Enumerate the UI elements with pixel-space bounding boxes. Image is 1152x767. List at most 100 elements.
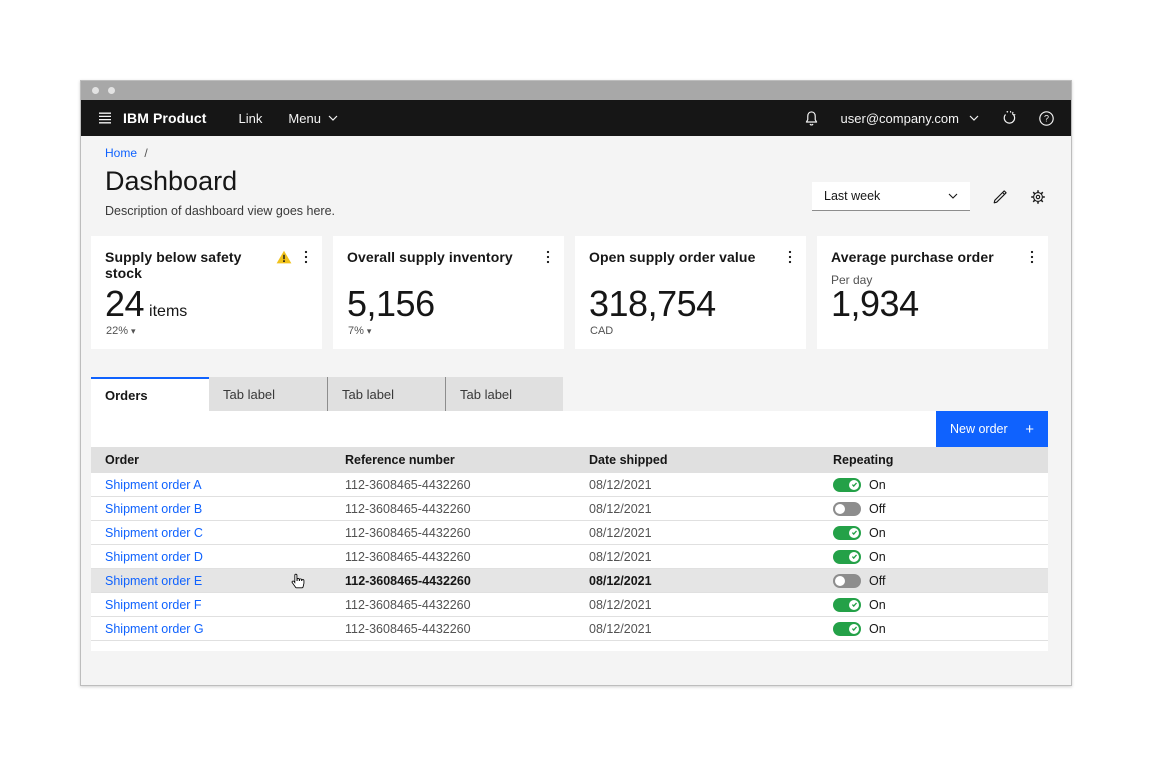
card-title: Supply below safety stock bbox=[105, 249, 276, 281]
card-title: Open supply order value bbox=[589, 249, 755, 265]
reference-cell: 112-3608465-4432260 bbox=[331, 526, 575, 540]
kebab-menu-icon[interactable] bbox=[304, 249, 308, 270]
card-average-purchase-order: Average purchase order Per day 1,934 bbox=[817, 236, 1048, 349]
card-trend[interactable]: 22%▾ bbox=[106, 325, 136, 337]
table-row[interactable]: Shipment order A 112-3608465-4432260 08/… bbox=[91, 473, 1048, 497]
page-content: Home / Dashboard Description of dashboar… bbox=[81, 136, 1071, 685]
order-link[interactable]: Shipment order F bbox=[105, 598, 202, 612]
column-header-date-shipped[interactable]: Date shipped bbox=[575, 453, 819, 467]
hamburger-menu-icon[interactable] bbox=[97, 110, 113, 126]
toggle-label: Off bbox=[869, 574, 885, 588]
card-title: Average purchase order bbox=[831, 249, 994, 265]
repeating-toggle[interactable] bbox=[833, 598, 861, 612]
repeating-toggle[interactable] bbox=[833, 526, 861, 540]
kebab-menu-icon[interactable] bbox=[546, 249, 550, 270]
toggle-knob bbox=[849, 600, 859, 610]
toggle-label: On bbox=[869, 598, 886, 612]
card-open-supply-order-value: Open supply order value 318,754 CAD bbox=[575, 236, 806, 349]
whats-new-icon[interactable] bbox=[1000, 110, 1017, 127]
product-title: IBM Product bbox=[123, 110, 207, 126]
order-link[interactable]: Shipment order B bbox=[105, 502, 202, 516]
new-order-button[interactable]: New order + bbox=[936, 411, 1048, 447]
table-row[interactable]: Shipment order C 112-3608465-4432260 08/… bbox=[91, 521, 1048, 545]
tab-label-3[interactable]: Tab label bbox=[445, 377, 563, 411]
toggle-label: On bbox=[869, 478, 886, 492]
tab-label-1[interactable]: Tab label bbox=[209, 377, 327, 411]
period-dropdown-value: Last week bbox=[824, 189, 880, 203]
kebab-menu-icon[interactable] bbox=[788, 249, 792, 270]
card-value: 5,156 bbox=[347, 283, 435, 325]
period-dropdown[interactable]: Last week bbox=[812, 182, 970, 211]
toggle-knob bbox=[849, 528, 859, 538]
card-trend[interactable]: 7%▾ bbox=[348, 325, 371, 337]
card-supply-below-safety-stock: Supply below safety stock bbox=[91, 236, 322, 349]
svg-text:?: ? bbox=[1044, 113, 1049, 123]
card-unit: CAD bbox=[590, 325, 613, 337]
chevron-down-icon bbox=[948, 193, 958, 199]
order-link[interactable]: Shipment order E bbox=[105, 574, 202, 588]
notifications-bell-icon[interactable] bbox=[803, 110, 820, 127]
date-cell: 08/12/2021 bbox=[575, 598, 819, 612]
repeating-toggle[interactable] bbox=[833, 550, 861, 564]
plus-icon: + bbox=[1025, 421, 1034, 438]
user-account-menu[interactable]: user@company.com bbox=[841, 111, 979, 126]
table-row[interactable]: Shipment order G 112-3608465-4432260 08/… bbox=[91, 617, 1048, 641]
kebab-menu-icon[interactable] bbox=[1030, 249, 1034, 270]
orders-table: New order + Order Reference number Date … bbox=[91, 411, 1048, 651]
window-dot bbox=[108, 87, 115, 94]
order-link[interactable]: Shipment order A bbox=[105, 478, 202, 492]
date-cell: 08/12/2021 bbox=[575, 574, 819, 588]
reference-cell: 112-3608465-4432260 bbox=[331, 574, 575, 588]
table-row[interactable]: Shipment order D 112-3608465-4432260 08/… bbox=[91, 545, 1048, 569]
card-value: 1,934 bbox=[831, 283, 919, 325]
breadcrumb-home-link[interactable]: Home bbox=[105, 146, 137, 160]
settings-gear-icon[interactable] bbox=[1030, 189, 1046, 205]
tab-orders[interactable]: Orders bbox=[91, 377, 209, 411]
toggle-label: Off bbox=[869, 502, 885, 516]
tab-label-2[interactable]: Tab label bbox=[327, 377, 445, 411]
date-cell: 08/12/2021 bbox=[575, 622, 819, 636]
chevron-down-icon bbox=[328, 115, 338, 121]
reference-cell: 112-3608465-4432260 bbox=[331, 478, 575, 492]
toggle-knob bbox=[835, 576, 845, 586]
warning-icon bbox=[276, 250, 292, 269]
window-titlebar bbox=[81, 81, 1071, 100]
order-link[interactable]: Shipment order G bbox=[105, 622, 204, 636]
column-header-order[interactable]: Order bbox=[91, 453, 331, 467]
metric-cards: Supply below safety stock bbox=[91, 236, 1048, 349]
toggle-label: On bbox=[869, 526, 886, 540]
toggle-knob bbox=[849, 552, 859, 562]
repeating-toggle[interactable] bbox=[833, 502, 861, 516]
column-header-repeating[interactable]: Repeating bbox=[819, 453, 1048, 467]
reference-cell: 112-3608465-4432260 bbox=[331, 622, 575, 636]
help-icon[interactable]: ? bbox=[1038, 110, 1055, 127]
repeating-toggle[interactable] bbox=[833, 478, 861, 492]
nav-link[interactable]: Link bbox=[239, 111, 263, 126]
repeating-toggle[interactable] bbox=[833, 622, 861, 636]
reference-cell: 112-3608465-4432260 bbox=[331, 598, 575, 612]
app-header: IBM Product Link Menu user@company.com bbox=[81, 100, 1071, 136]
column-header-reference[interactable]: Reference number bbox=[331, 453, 575, 467]
edit-pencil-icon[interactable] bbox=[992, 189, 1008, 205]
table-row[interactable]: Shipment order B 112-3608465-4432260 08/… bbox=[91, 497, 1048, 521]
order-link[interactable]: Shipment order C bbox=[105, 526, 203, 540]
breadcrumb-separator: / bbox=[144, 146, 147, 160]
toggle-label: On bbox=[869, 550, 886, 564]
reference-cell: 112-3608465-4432260 bbox=[331, 502, 575, 516]
toggle-label: On bbox=[869, 622, 886, 636]
order-link[interactable]: Shipment order D bbox=[105, 550, 203, 564]
toggle-knob bbox=[835, 504, 845, 514]
dashboard-controls: Last week bbox=[812, 182, 1046, 211]
table-row[interactable]: Shipment order F 112-3608465-4432260 08/… bbox=[91, 593, 1048, 617]
toggle-knob bbox=[849, 624, 859, 634]
repeating-toggle[interactable] bbox=[833, 574, 861, 588]
card-overall-supply-inventory: Overall supply inventory 5,156 7%▾ bbox=[333, 236, 564, 349]
toggle-knob bbox=[849, 480, 859, 490]
table-toolbar: New order + bbox=[91, 411, 1048, 447]
date-cell: 08/12/2021 bbox=[575, 526, 819, 540]
nav-menu[interactable]: Menu bbox=[288, 111, 338, 126]
window-dot bbox=[92, 87, 99, 94]
caret-down-icon: ▾ bbox=[367, 326, 372, 336]
table-row[interactable]: Shipment order E 112-3608465-4432260 08/… bbox=[91, 569, 1048, 593]
card-value: 318,754 bbox=[589, 283, 716, 325]
